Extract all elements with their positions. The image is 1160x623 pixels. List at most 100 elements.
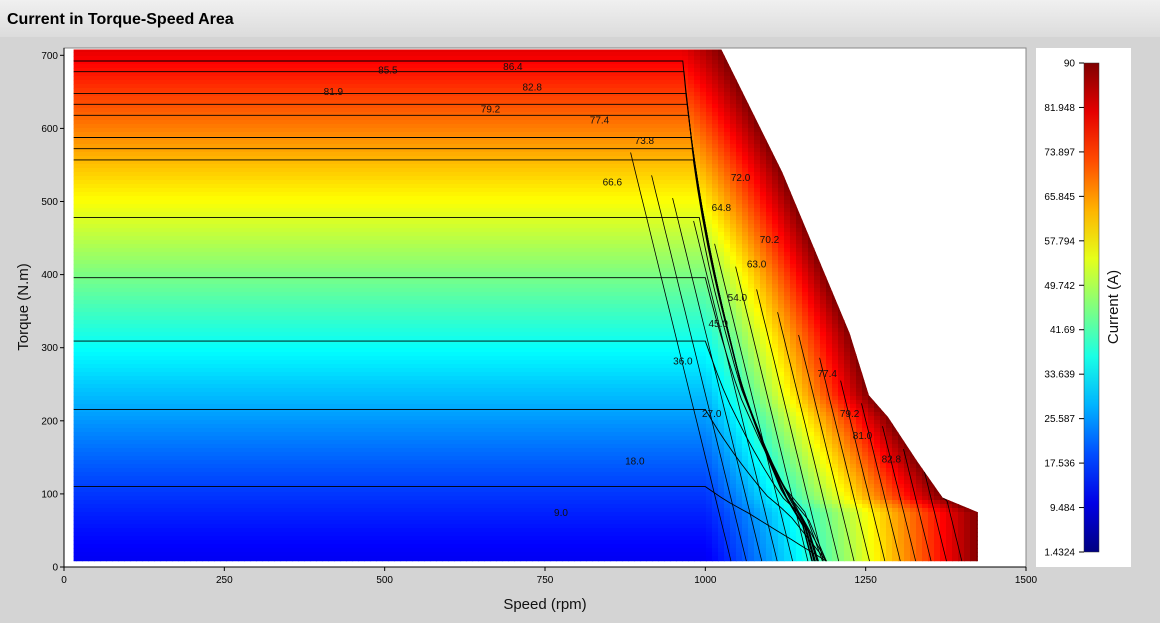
heat-cell (202, 80, 209, 85)
heat-cell (478, 136, 485, 141)
heat-cell (562, 116, 569, 121)
heat-cell (532, 72, 539, 77)
heat-cell (718, 112, 725, 117)
heat-cell (82, 164, 89, 169)
heat-cell (100, 96, 107, 101)
heat-cell (76, 92, 83, 97)
heat-cell (652, 96, 659, 101)
heat-cell (364, 168, 371, 173)
heat-cell (508, 108, 515, 113)
heat-cell (172, 72, 179, 77)
heat-cell (88, 116, 95, 121)
heat-cell (400, 96, 407, 101)
heat-cell (592, 72, 599, 77)
heat-cell (136, 160, 143, 165)
heat-cell (88, 120, 95, 125)
heat-cell (172, 120, 179, 125)
heat-cell (304, 120, 311, 125)
heat-cell (286, 128, 293, 133)
heat-cell (532, 160, 539, 165)
heat-cell (724, 144, 731, 149)
heat-cell (640, 112, 647, 117)
heat-cell (592, 160, 599, 165)
heat-cell (700, 140, 707, 145)
heat-cell (676, 92, 683, 97)
heat-cell (604, 72, 611, 77)
heat-cell (244, 76, 251, 81)
heat-cell (364, 124, 371, 129)
heat-cell (430, 72, 437, 77)
heat-cell (448, 136, 455, 141)
heat-cell (496, 64, 503, 69)
heat-cell (214, 80, 221, 85)
heat-cell (706, 136, 713, 141)
heat-cell (718, 168, 725, 173)
heat-cell (112, 72, 119, 77)
heat-cell (208, 76, 215, 81)
heat-cell (466, 96, 473, 101)
heat-cell (706, 140, 713, 145)
heat-cell (460, 136, 467, 141)
heat-cell (436, 128, 443, 133)
heat-cell (532, 136, 539, 141)
heat-cell (742, 164, 749, 169)
heat-cell (352, 144, 359, 149)
heat-cell (370, 84, 377, 89)
heat-cell (124, 160, 131, 165)
heat-cell (556, 72, 563, 77)
heat-cell (118, 52, 125, 57)
heat-cell (280, 144, 287, 149)
heat-cell (712, 68, 719, 73)
heat-cell (550, 144, 557, 149)
heat-cell (598, 88, 605, 93)
heat-cell (496, 96, 503, 101)
heat-cell (694, 52, 701, 57)
heat-cell (172, 128, 179, 133)
heat-cell (160, 124, 167, 129)
heat-cell (76, 116, 83, 121)
heat-cell (712, 80, 719, 85)
heat-cell (100, 120, 107, 125)
heat-cell (208, 64, 215, 69)
heat-cell (250, 120, 257, 125)
heat-cell (484, 80, 491, 85)
heat-cell (640, 96, 647, 101)
heat-cell (598, 152, 605, 157)
heat-cell (340, 164, 347, 169)
heat-cell (274, 168, 281, 173)
heat-cell (190, 140, 197, 145)
heat-cell (658, 108, 665, 113)
heat-cell (514, 140, 521, 145)
heat-cell (196, 140, 203, 145)
heat-cell (118, 124, 125, 129)
heat-cell (112, 96, 119, 101)
heat-cell (364, 112, 371, 117)
heat-cell (298, 132, 305, 137)
heat-cell (394, 76, 401, 81)
heat-cell (100, 92, 107, 97)
heat-cell (742, 152, 749, 157)
heat-cell (88, 92, 95, 97)
heat-cell (184, 52, 191, 57)
heat-cell (484, 92, 491, 97)
heat-cell (418, 56, 425, 61)
heat-cell (388, 164, 395, 169)
heat-cell (106, 140, 113, 145)
heat-cell (646, 120, 653, 125)
heat-cell (646, 152, 653, 157)
heat-cell (382, 92, 389, 97)
heat-cell (754, 144, 761, 149)
heat-cell (238, 128, 245, 133)
heat-cell (412, 112, 419, 117)
heat-cell (694, 140, 701, 145)
heat-cell (514, 88, 521, 93)
heat-cell (568, 160, 575, 165)
heat-cell (682, 160, 689, 165)
heat-cell (232, 132, 239, 137)
heat-cell (148, 132, 155, 137)
heat-cell (388, 52, 395, 57)
heat-cell (430, 64, 437, 69)
heat-cell (214, 76, 221, 81)
heat-cell (334, 52, 341, 57)
heat-cell (556, 52, 563, 57)
